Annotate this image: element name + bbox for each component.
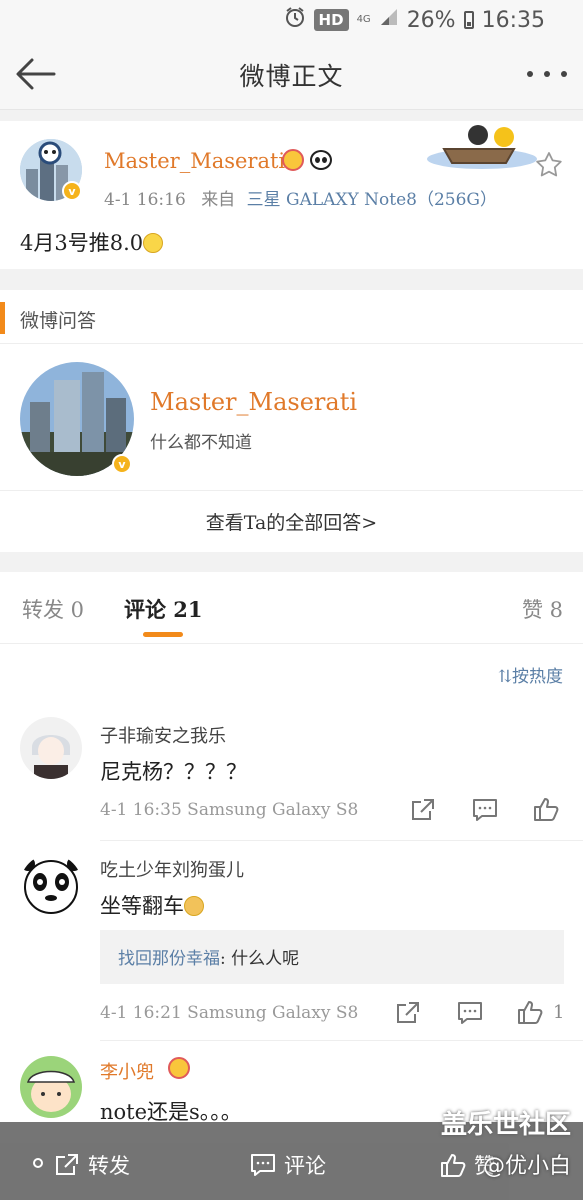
crown-emoji-icon [168,1057,190,1079]
like-count: 1 [553,1002,565,1023]
clock: 16:35 [481,7,545,33]
sort-toggle[interactable]: ⇅按热度 [498,662,563,687]
post-text-content: 4月3号推8.0 [20,231,144,255]
qa-accent-bar [0,302,5,334]
comment-divider [100,840,583,841]
reply-text: : 什么人呢 [220,949,300,969]
avatar [20,717,82,779]
comment-icon[interactable] [457,1000,483,1026]
post-author-avatar[interactable]: v [20,139,82,201]
signal-icon [379,7,399,33]
comment-meta: 4-1 16:21 Samsung Galaxy S8 [100,1003,359,1023]
share-icon[interactable] [410,797,436,823]
alarm-icon [284,6,306,34]
hd-badge: HD [313,9,349,31]
smile-emoji-icon [143,233,164,253]
more-button[interactable] [527,62,567,86]
repost-button[interactable]: 转发 [54,1150,130,1180]
dot-icon [527,71,533,77]
qa-user-name[interactable]: Master_Maserati [150,388,357,416]
avatar [20,1056,82,1118]
interaction-tabs: 转发 0 评论 21 赞 8 [0,572,583,644]
repost-icon [56,1154,78,1175]
comment-label: 评论 [284,1154,326,1178]
reply-author[interactable]: 找回那份幸福 [118,949,220,969]
commenter-avatar[interactable] [20,717,82,779]
post-text: 4月3号推8.0 [20,227,164,257]
comment-author[interactable]: 李小兜 [100,1058,154,1084]
dot-icon [561,71,567,77]
commenter-avatar[interactable] [20,1056,82,1118]
dot-icon [544,71,550,77]
verified-badge-icon: v [62,181,82,201]
sort-icon: ⇅ [497,667,512,687]
battery-icon [463,11,474,29]
tab-comment[interactable]: 评论 21 [124,594,203,624]
comment-text: 坐等翻车 [100,890,204,920]
qa-user-bio: 什么都不知道 [150,433,252,453]
view-all-answers-link[interactable]: 查看Ta的全部回答> [0,490,583,552]
qa-section-title: 微博问答 [20,310,97,332]
network-label: 4G [356,14,371,25]
boat-decoration-icon [427,125,537,169]
tab-like[interactable]: 赞 8 [522,594,563,624]
thumbs-up-icon[interactable] [533,796,559,822]
comment-author[interactable]: 吃土少年刘狗蛋儿 [100,856,244,882]
comment-icon [251,1154,275,1176]
post-card: v Master_Maserati 4-1 16:16 来自 三星 GALAXY… [0,121,583,269]
favorite-star-icon[interactable] [535,151,563,179]
status-bar: HD 4G 26% 16:35 [0,0,583,40]
nav-bar: 微博正文 [0,40,583,110]
tab-repost[interactable]: 转发 0 [22,594,84,624]
commenter-avatar[interactable] [20,854,82,916]
post-time: 4-1 16:16 [104,190,186,210]
nav-dot-icon [33,1158,43,1168]
comment-icon[interactable] [472,797,498,823]
reply-box[interactable]: 找回那份幸福: 什么人呢 [100,930,564,984]
back-button[interactable] [14,56,58,92]
watermark-user: @优小白 [482,1154,571,1179]
thumbs-up-icon [441,1154,466,1177]
comment-divider [100,1040,583,1041]
repost-label: 转发 [88,1154,130,1178]
post-meta: 4-1 16:16 来自 三星 GALAXY Note8（256G） [104,185,497,210]
doge-emoji-icon [184,896,204,916]
active-tab-underline [143,632,183,637]
sort-label: 按热度 [512,667,563,687]
comment-button[interactable]: 评论 [250,1150,326,1180]
qa-header: 微博问答 [0,290,583,344]
comment-author[interactable]: 子非瑜安之我乐 [100,722,226,748]
post-from-label: 来自 [201,190,236,210]
avatar [20,854,82,916]
qa-user-avatar[interactable]: v [20,362,134,476]
verified-badge-icon: v [112,454,132,474]
panda-emoji-icon [310,150,332,170]
comment-text: 尼克杨？？？？ [100,760,247,784]
battery-percent: 26% [406,7,456,33]
comments-card: 转发 0 评论 21 赞 8 ⇅按热度 子非瑜安之我乐 尼克杨？？？？ 4-1 … [0,572,583,1132]
thumbs-up-icon[interactable] [517,999,543,1025]
watermark-community: 盖乐世社区 [440,1110,571,1140]
qa-card: 微博问答 v Master_Maserati 什么都不知道 查看Ta的全部回答> [0,290,583,552]
post-source[interactable]: 三星 GALAXY Note8（256G） [247,190,497,210]
crown-emoji-icon [282,149,304,171]
post-author-name[interactable]: Master_Maserati [104,149,285,173]
arrow-left-icon [16,58,56,90]
share-icon[interactable] [395,1000,421,1026]
comment-meta: 4-1 16:35 Samsung Galaxy S8 [100,800,359,820]
comment-text-content: 坐等翻车 [100,894,184,918]
page-title: 微博正文 [239,61,344,91]
